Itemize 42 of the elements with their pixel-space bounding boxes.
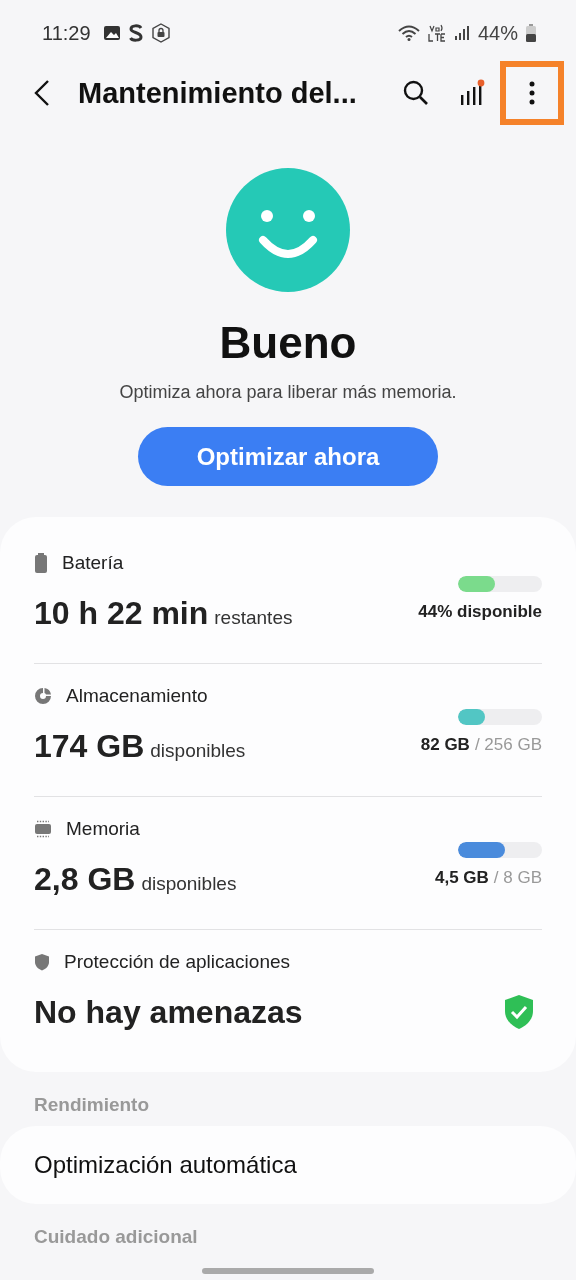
battery-icon (34, 553, 48, 573)
search-icon[interactable] (402, 79, 430, 107)
shield-icon (34, 953, 50, 971)
battery-percent: 44% (477, 21, 518, 45)
pie-chart-icon (34, 687, 52, 705)
item-label: Memoria (66, 818, 140, 840)
status-title: Bueno (219, 318, 357, 368)
usage-reading: 82 GB (420, 735, 470, 754)
item-label: Protección de aplicaciones (64, 951, 291, 973)
signal-icon (453, 25, 470, 41)
usage-reading: 4,5 GB (434, 868, 489, 887)
sync-icon (128, 24, 143, 42)
item-unit: disponibles (150, 739, 246, 761)
signal-bars-icon[interactable] (458, 79, 486, 107)
wifi-icon (397, 25, 420, 41)
item-value: 2,8 GB (34, 860, 136, 897)
page-title: Mantenimiento del... (78, 76, 358, 110)
item-value: 174 GB (34, 727, 145, 764)
usage-total: / 256 GB (474, 735, 542, 754)
item-unit: restantes (214, 606, 293, 628)
item-label: Batería (62, 552, 124, 574)
item-value: 10 h 22 min (34, 594, 209, 631)
chip-icon (34, 820, 52, 838)
item-label: Almacenamiento (66, 685, 208, 707)
settings-item[interactable]: Optimización automática (0, 1126, 576, 1204)
item-unit: disponibles (141, 872, 237, 894)
section-header: Cuidado adicional (33, 1225, 199, 1249)
usage-reading: 44% disponible (418, 602, 542, 621)
gallery-icon (102, 25, 121, 41)
back-icon[interactable] (34, 79, 50, 107)
volte-icon (427, 24, 446, 42)
optimize-button[interactable]: Optimizar ahora (138, 427, 438, 486)
lock-icon (150, 23, 171, 43)
section-header: Rendimiento (33, 1093, 151, 1117)
status-time: 11:29 (42, 21, 91, 45)
usage-total: / 8 GB (493, 868, 542, 887)
item-value: No hay amenazas (34, 993, 303, 1030)
shield-check-icon (504, 994, 534, 1030)
more-icon (529, 81, 535, 105)
status-subtitle: Optimiza ahora para liberar más memoria. (119, 382, 457, 403)
battery-icon (526, 24, 536, 42)
smiley-icon (226, 168, 350, 292)
